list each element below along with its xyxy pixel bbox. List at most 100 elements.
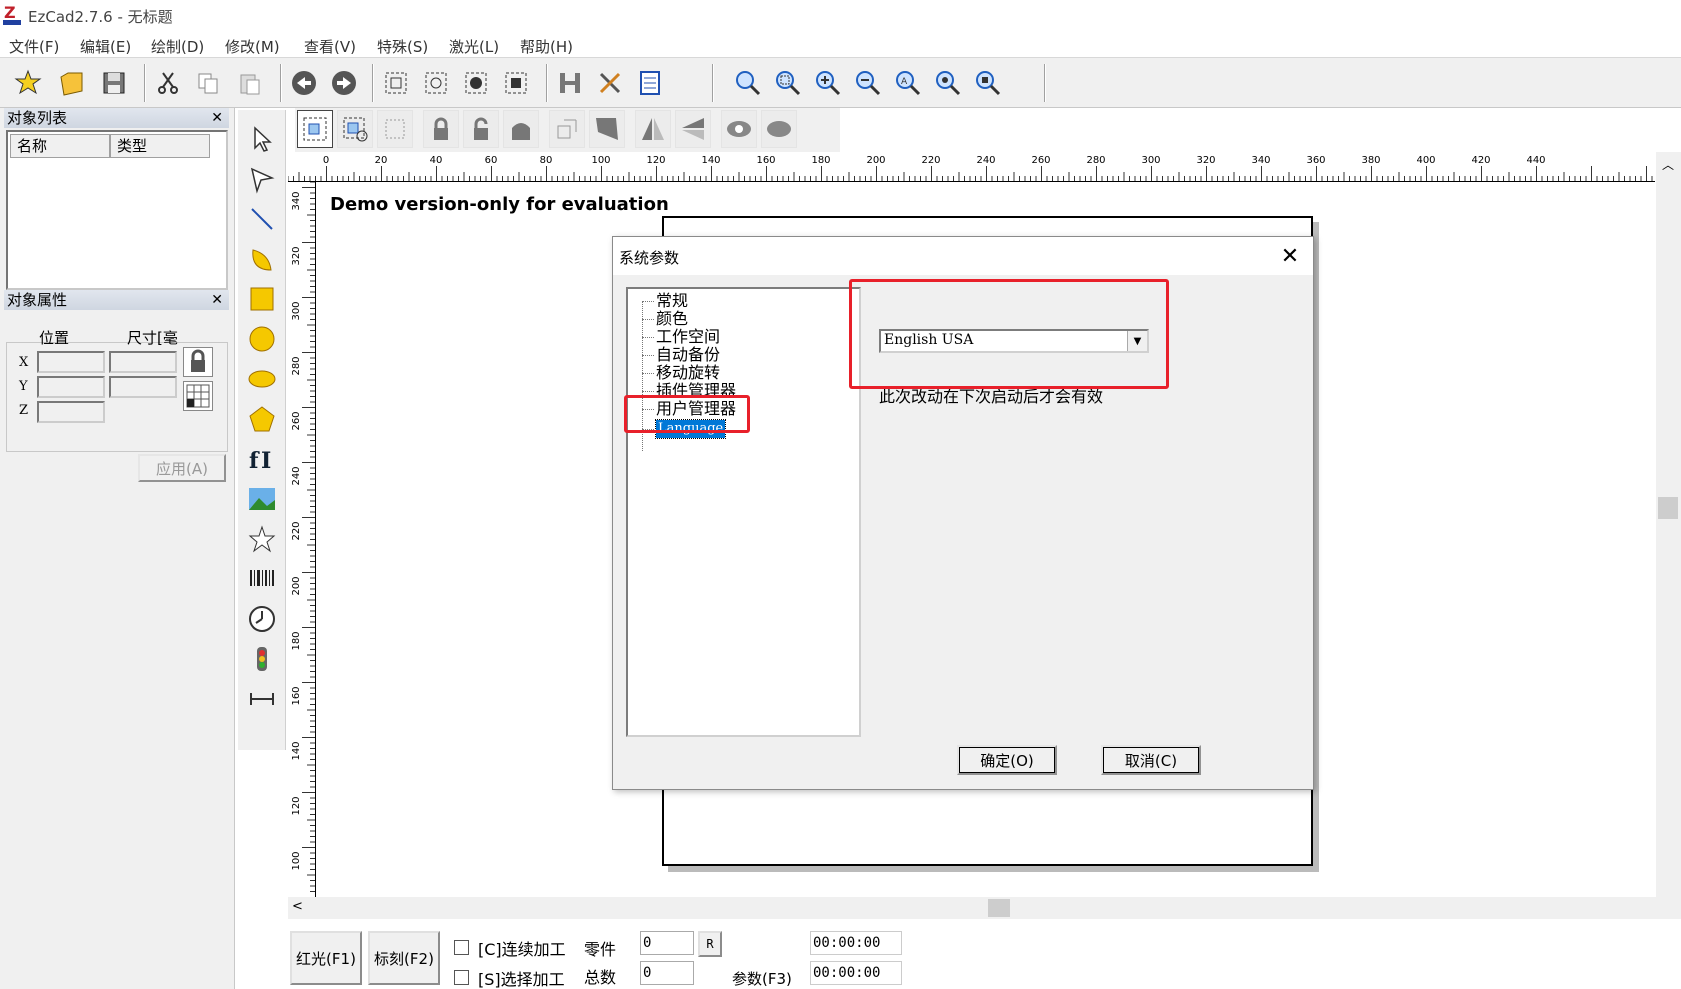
zoom-window-icon[interactable]	[770, 65, 806, 101]
ok-button[interactable]: 确定(O)	[957, 745, 1057, 775]
align-icon[interactable]	[589, 110, 625, 148]
undo-icon[interactable]	[286, 65, 322, 101]
snap-grid-icon[interactable]	[377, 110, 413, 148]
group-selected-icon[interactable]	[458, 65, 494, 101]
ruler-v-label: 100	[291, 851, 302, 870]
close-icon[interactable]: ✕	[1275, 241, 1305, 271]
circle-icon[interactable]	[245, 322, 279, 356]
zoom-icon[interactable]	[730, 65, 766, 101]
column-type[interactable]: 类型	[110, 134, 210, 158]
reference-point-icon[interactable]	[549, 110, 585, 148]
column-name[interactable]: 名称	[10, 134, 110, 158]
ruler-h-label: 320	[1196, 155, 1215, 166]
zoom-all-icon[interactable]: A	[890, 65, 926, 101]
scroll-up-icon[interactable]: ︿	[1662, 156, 1674, 173]
tools-icon[interactable]	[592, 65, 628, 101]
select-mode-icon[interactable]	[297, 110, 333, 148]
io-signal-icon[interactable]	[245, 642, 279, 676]
parts-field[interactable]: 0	[640, 931, 694, 955]
open-file-icon[interactable]	[54, 65, 90, 101]
redo-icon[interactable]	[326, 65, 362, 101]
menu-view[interactable]: 查看(V)	[304, 36, 356, 57]
params-button[interactable]: 参数(F3)	[732, 968, 792, 989]
new-file-icon[interactable]	[10, 65, 46, 101]
extend-axis-icon[interactable]	[245, 682, 279, 716]
menu-edit[interactable]: 编辑(E)	[80, 36, 131, 57]
horizontal-scrollbar[interactable]: <	[288, 897, 1681, 919]
curve-edit-icon[interactable]	[245, 162, 279, 196]
close-icon[interactable]: ✕	[211, 108, 223, 128]
vertical-scrollbar[interactable]: ︿	[1656, 152, 1681, 897]
unlock-all-icon[interactable]	[503, 110, 539, 148]
tree-item-move-rotate[interactable]: 移动旋转	[656, 364, 720, 382]
paste-icon[interactable]	[232, 65, 268, 101]
ruler-v-label: 280	[291, 356, 302, 375]
hide-icon[interactable]	[761, 110, 797, 148]
size-y-field[interactable]	[109, 376, 177, 398]
mirror-horizontal-icon[interactable]	[635, 110, 671, 148]
object-list[interactable]: 名称 类型	[6, 130, 228, 290]
menu-laser[interactable]: 激光(L)	[449, 36, 499, 57]
total-field[interactable]: 0	[640, 961, 694, 985]
size-x-field[interactable]	[109, 351, 177, 373]
barcode-icon[interactable]	[245, 562, 279, 596]
ruler-h-label: 400	[1416, 155, 1435, 166]
pos-x-field[interactable]	[37, 351, 105, 373]
group-icon[interactable]	[378, 65, 414, 101]
polygon-icon[interactable]	[245, 402, 279, 436]
mark-button[interactable]: 标刻(F2)	[368, 931, 440, 985]
mirror-vertical-icon[interactable]	[675, 110, 711, 148]
close-icon[interactable]: ✕	[211, 290, 223, 310]
tree-item-autobackup[interactable]: 自动备份	[656, 346, 720, 364]
menu-draw[interactable]: 绘制(D)	[151, 36, 204, 57]
menu-file[interactable]: 文件(F)	[9, 36, 59, 57]
rectangle-icon[interactable]	[245, 282, 279, 316]
tree-item-workspace[interactable]: 工作空间	[656, 328, 720, 346]
line-icon[interactable]	[245, 202, 279, 236]
ungroup-icon[interactable]	[418, 65, 454, 101]
copy-icon[interactable]	[190, 65, 226, 101]
zoom-out-icon[interactable]	[850, 65, 886, 101]
menu-modify[interactable]: 修改(M)	[225, 36, 280, 57]
properties-icon[interactable]	[632, 65, 668, 101]
continuous-checkbox[interactable]	[454, 940, 469, 955]
pos-y-field[interactable]	[37, 376, 105, 398]
red-light-button[interactable]: 红光(F1)	[290, 931, 362, 985]
parts-label: 零件	[584, 940, 617, 959]
cancel-button[interactable]: 取消(C)	[1101, 745, 1201, 775]
pointer-icon[interactable]	[245, 122, 279, 156]
text-icon[interactable]: fI	[245, 442, 279, 476]
ruler-h-label: 300	[1141, 155, 1160, 166]
lock-ratio-icon[interactable]	[183, 347, 213, 377]
scroll-thumb[interactable]	[1658, 497, 1678, 519]
lock-icon[interactable]	[423, 110, 459, 148]
bitmap-icon[interactable]	[245, 482, 279, 516]
zoom-in-icon[interactable]	[810, 65, 846, 101]
menu-help[interactable]: 帮助(H)	[520, 36, 573, 57]
menu-special[interactable]: 特殊(S)	[377, 36, 428, 57]
apply-button[interactable]: 应用(A)	[138, 454, 226, 482]
node-edit-icon[interactable]	[337, 110, 373, 148]
select-checkbox[interactable]	[454, 970, 469, 985]
cut-icon[interactable]	[150, 65, 186, 101]
zoom-selected-icon[interactable]	[970, 65, 1006, 101]
zoom-objects-icon[interactable]	[930, 65, 966, 101]
unlock-icon[interactable]	[463, 110, 499, 148]
vector-file-icon[interactable]	[245, 522, 279, 556]
ellipse-icon[interactable]	[245, 362, 279, 396]
app-logo-icon: Z	[2, 3, 22, 27]
save-icon[interactable]	[96, 65, 132, 101]
grid-anchor-icon[interactable]	[183, 381, 213, 411]
timer-icon[interactable]	[245, 602, 279, 636]
tree-item-color[interactable]: 颜色	[656, 310, 688, 328]
pos-z-field[interactable]	[37, 401, 105, 423]
settings-tree[interactable]: 常规 颜色 工作空间 自动备份 移动旋转 插件管理器 用户管理器 Languag…	[626, 287, 861, 737]
curve-icon[interactable]	[245, 242, 279, 276]
scroll-thumb[interactable]	[988, 899, 1010, 917]
reset-button[interactable]: R	[698, 931, 722, 957]
show-icon[interactable]	[721, 110, 757, 148]
tree-item-general[interactable]: 常规	[656, 292, 688, 310]
scroll-left-icon[interactable]: <	[292, 899, 303, 914]
ungroup-selected-icon[interactable]	[498, 65, 534, 101]
hatch-icon[interactable]	[552, 65, 588, 101]
